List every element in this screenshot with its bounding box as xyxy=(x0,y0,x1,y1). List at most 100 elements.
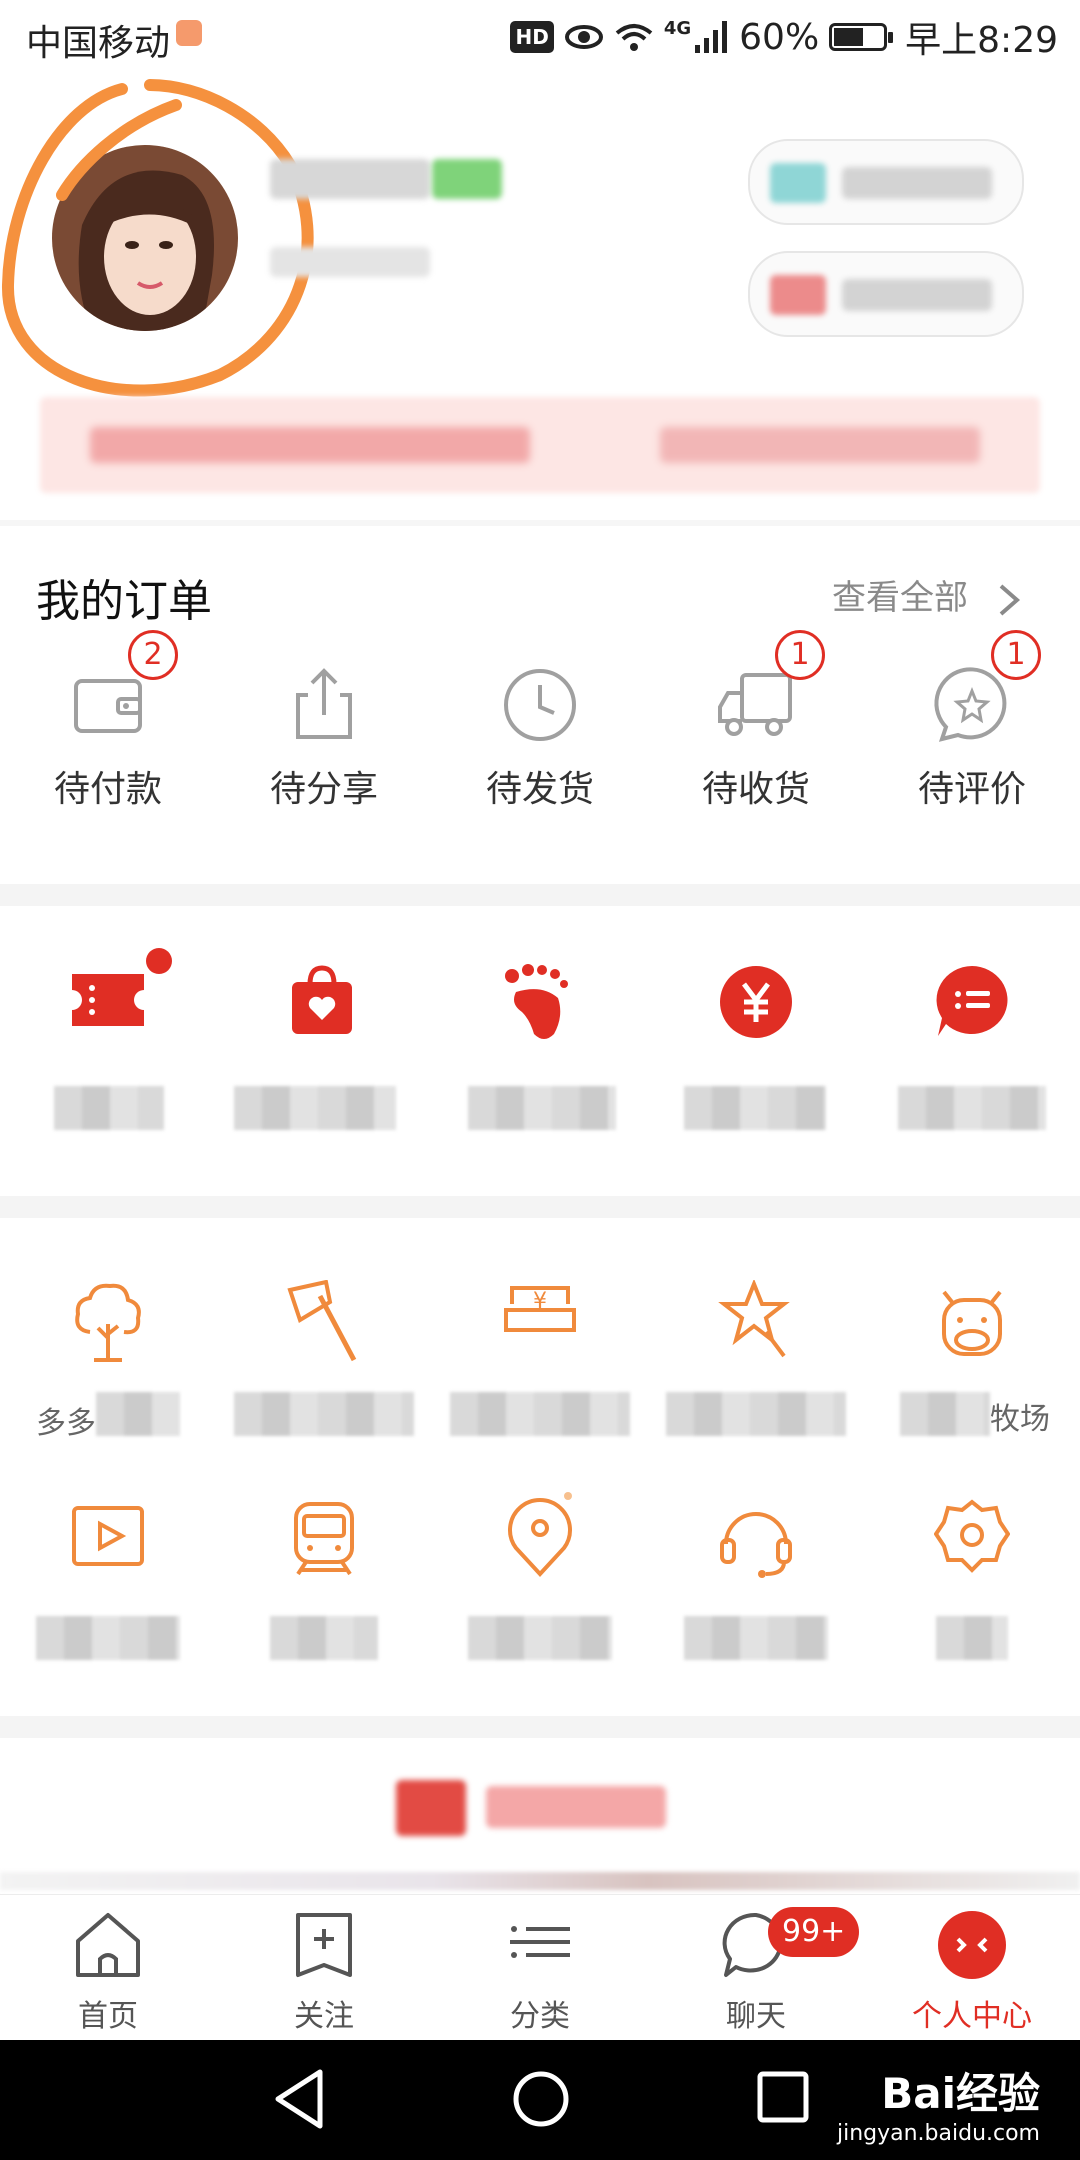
promo-title-redacted[interactable] xyxy=(396,1780,668,1836)
order-label: 待分享 xyxy=(269,769,378,810)
order-badge: 1 xyxy=(991,630,1041,680)
username-redacted xyxy=(270,159,430,199)
headset-icon xyxy=(720,1512,792,1578)
cow-icon xyxy=(942,1290,1002,1356)
back-icon[interactable] xyxy=(272,2068,328,2130)
clock: 早上8:29 xyxy=(905,20,1058,61)
carrier-name: 中国移动 xyxy=(26,23,171,64)
tab-label: 分类 xyxy=(510,1999,570,2034)
user-badge-redacted xyxy=(432,159,502,199)
wallet-icon xyxy=(74,679,142,733)
service-footprints[interactable] xyxy=(502,964,574,1048)
tab-home[interactable]: 首页 xyxy=(0,1895,216,2041)
service-yuan-card[interactable]: ¥ xyxy=(502,1280,578,1368)
service-label-redacted xyxy=(96,1392,180,1436)
wifi-icon xyxy=(615,24,653,51)
service-label-redacted xyxy=(54,1086,164,1130)
service-label-redacted xyxy=(234,1086,396,1130)
eye-icon xyxy=(564,25,603,49)
service-video[interactable] xyxy=(70,1498,146,1582)
carrier-notification-icon xyxy=(176,20,202,46)
favorites-bag-icon xyxy=(292,965,352,1034)
order-badge: 1 xyxy=(775,630,825,680)
truck-icon xyxy=(718,673,792,736)
see-all-label: 查看全部 xyxy=(832,578,968,618)
reviews-chat-icon xyxy=(936,966,1008,1036)
chat-unread-badge: 99+ xyxy=(768,1907,860,1957)
tab-follow[interactable]: 关注 xyxy=(216,1895,432,2041)
signal-icon xyxy=(695,21,728,53)
baidu-watermark: Bai经验 jingyan.baidu.com xyxy=(837,2060,1040,2146)
home-circle-icon[interactable] xyxy=(512,2070,570,2128)
orders-title: 我的订单 xyxy=(36,576,212,627)
service-coupons[interactable] xyxy=(68,970,148,1034)
order-label: 待发货 xyxy=(485,769,594,810)
order-badge: 2 xyxy=(128,630,178,680)
service-label-redacted xyxy=(898,1086,1046,1130)
service-label-redacted xyxy=(468,1616,612,1660)
service-label-redacted xyxy=(450,1392,630,1436)
header-pill-2[interactable] xyxy=(748,251,1024,337)
tab-label: 聊天 xyxy=(726,1999,786,2034)
bottom-tab-bar: 首页 关注 分类 聊天 个人中心 xyxy=(0,1894,1080,2040)
service-train[interactable] xyxy=(286,1498,362,1582)
header-pill-1[interactable] xyxy=(748,139,1024,225)
service-label-redacted xyxy=(936,1616,1008,1660)
orders-see-all[interactable]: 查看全部 xyxy=(832,570,1021,619)
tab-profile[interactable]: 个人中心 xyxy=(864,1895,1080,2041)
section-divider xyxy=(0,884,1080,906)
service-label-redacted xyxy=(684,1616,828,1660)
follow-plus-icon xyxy=(296,1913,352,1977)
svg-text:¥: ¥ xyxy=(533,1289,547,1314)
tab-label: 关注 xyxy=(294,1999,354,2034)
service-orchard[interactable] xyxy=(70,1280,146,1368)
tab-label: 个人中心 xyxy=(912,1999,1032,2034)
service-favorites[interactable] xyxy=(290,964,354,1040)
promo-strip-redacted xyxy=(0,1872,1080,1890)
battery-percent: 60% xyxy=(739,16,820,58)
video-play-icon xyxy=(72,1506,144,1566)
battery-icon xyxy=(829,23,894,51)
service-new-dot xyxy=(146,948,172,974)
service-label-redacted xyxy=(234,1392,414,1436)
chevron-right-icon xyxy=(999,583,1020,616)
axe-icon xyxy=(287,1279,357,1362)
service-my-reviews[interactable] xyxy=(934,964,1010,1048)
profile-face-icon xyxy=(938,1911,1006,1979)
service-star[interactable] xyxy=(718,1278,794,1368)
footprint-icon xyxy=(505,964,568,1039)
promo-banner-redacted[interactable] xyxy=(40,397,1040,493)
service-label-redacted xyxy=(900,1392,990,1436)
watermark-brand: Bai经验 xyxy=(881,2069,1040,2118)
service-label-redacted xyxy=(666,1392,846,1436)
section-divider xyxy=(0,1196,1080,1218)
service-label-redacted xyxy=(270,1616,378,1660)
recents-icon[interactable] xyxy=(756,2070,810,2124)
service-label-redacted xyxy=(36,1616,180,1660)
status-icons: HD 4G 60% 早上8:29 xyxy=(510,12,1058,62)
watermark-url: jingyan.baidu.com xyxy=(836,2121,1040,2146)
service-ranch[interactable] xyxy=(934,1280,1010,1368)
service-location[interactable] xyxy=(502,1490,578,1582)
section-divider xyxy=(0,1716,1080,1738)
settings-gear-icon xyxy=(933,1499,1011,1573)
tree-icon xyxy=(75,1283,141,1362)
service-settings[interactable] xyxy=(933,1498,1011,1582)
clock-icon xyxy=(504,669,576,741)
user-subtitle-redacted xyxy=(270,247,430,277)
home-icon xyxy=(76,1913,140,1977)
service-wallet[interactable] xyxy=(718,964,794,1048)
category-list-icon xyxy=(510,1926,570,1958)
screen: 中国移动 HD 4G 60% 早上8:29 我的订单 查看全部 待付款 2 待分… xyxy=(0,0,1080,2160)
location-pin-icon xyxy=(508,1492,572,1577)
service-label-redacted xyxy=(468,1086,616,1130)
service-customer-service[interactable] xyxy=(718,1498,794,1586)
tab-category[interactable]: 分类 xyxy=(432,1895,648,2041)
order-label: 待收货 xyxy=(701,769,810,810)
train-icon xyxy=(294,1502,354,1576)
yuan-card-icon: ¥ xyxy=(504,1286,576,1332)
service-axe[interactable] xyxy=(286,1279,362,1368)
order-label: 待付款 xyxy=(53,769,162,810)
order-label: 待评价 xyxy=(917,769,1026,810)
star-wand-icon xyxy=(718,1278,790,1358)
